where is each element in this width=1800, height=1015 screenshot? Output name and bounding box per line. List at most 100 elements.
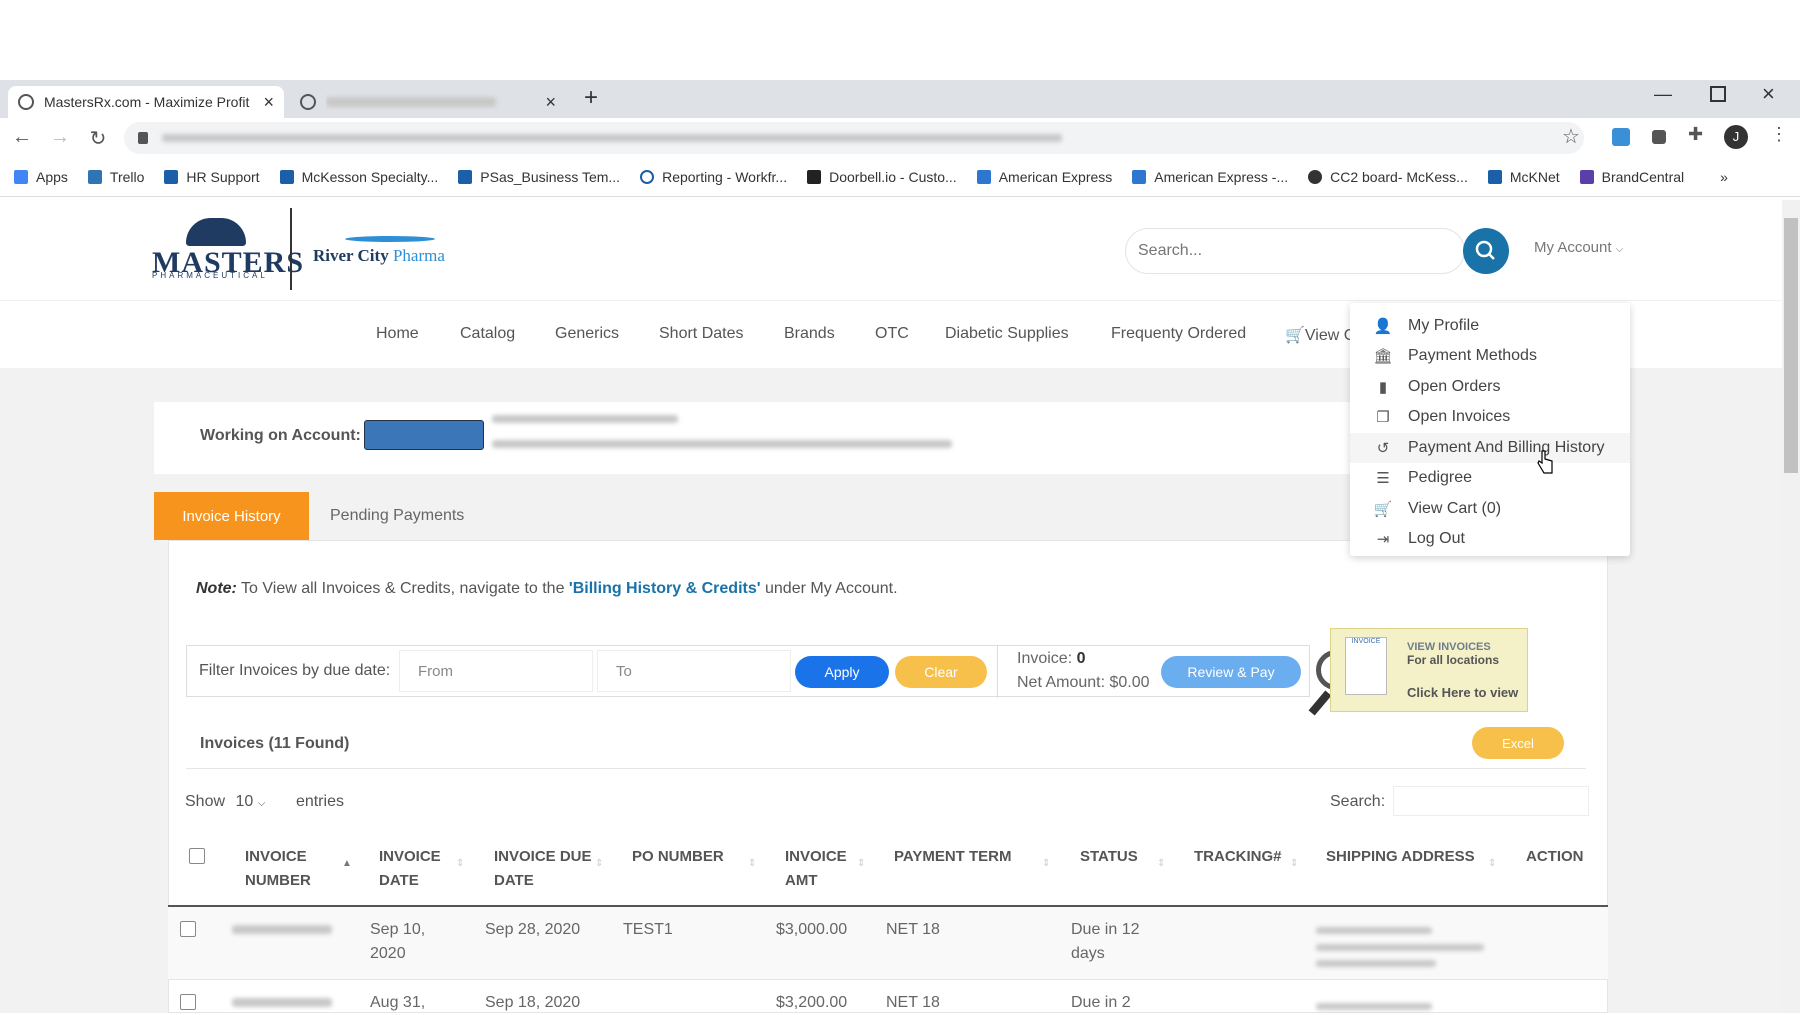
sort-icon[interactable]: ⇕ [1157, 858, 1165, 869]
browser-tab-active[interactable]: MastersRx.com - Maximize Profit × [8, 86, 284, 118]
extension-icon[interactable] [1652, 130, 1666, 144]
table-search-input[interactable] [1393, 786, 1589, 816]
tab-pending-payments[interactable]: Pending Payments [330, 492, 464, 540]
redacted-title [326, 97, 496, 107]
excel-button[interactable]: Excel [1472, 727, 1564, 759]
sort-icon[interactable]: ⇕ [456, 858, 464, 869]
bookmark-apps[interactable]: Apps [14, 169, 68, 185]
menu-item-pedigree[interactable]: ☰ Pedigree [1350, 463, 1630, 493]
col-status[interactable]: STATUS [1080, 845, 1160, 869]
view-invoices-promo[interactable]: INVOICE VIEW INVOICES For all locations … [1330, 628, 1528, 712]
more-bookmarks-icon[interactable]: » [1720, 169, 1728, 185]
trello-icon [87, 170, 102, 184]
bookmark-trello[interactable]: Trello [87, 169, 144, 185]
restore-icon[interactable] [1710, 86, 1726, 102]
col-invoice-due-date[interactable]: INVOICE DUE DATE [494, 845, 594, 893]
menu-icon[interactable]: ⋮ [1770, 124, 1788, 145]
bookmark-hr-support[interactable]: HR Support [164, 169, 260, 185]
redacted-invoice-number[interactable] [232, 998, 332, 1007]
entries-select[interactable]: 10 ⌵ [235, 793, 285, 811]
history-icon: ↺ [1376, 440, 1390, 457]
nav-diabetic-supplies[interactable]: Diabetic Supplies [945, 325, 1069, 343]
sort-icon[interactable]: ⇕ [1290, 858, 1298, 869]
account-select[interactable] [364, 420, 484, 450]
billing-history-link[interactable]: 'Billing History & Credits' [569, 580, 761, 597]
puzzle-icon[interactable]: ✚ [1688, 124, 1703, 145]
nav-home[interactable]: Home [376, 325, 419, 343]
back-icon[interactable]: ← [10, 126, 34, 149]
bookmark-doorbell[interactable]: Doorbell.io - Custo... [807, 169, 957, 185]
bookmark-reporting[interactable]: Reporting - Workfr... [640, 169, 787, 185]
menu-item-log-out[interactable]: ⇥ Log Out [1350, 524, 1630, 554]
menu-item-open-invoices[interactable]: ❐ Open Invoices [1350, 402, 1630, 432]
extension-icon[interactable] [1612, 128, 1630, 146]
sort-asc-icon[interactable]: ▲ [342, 858, 352, 869]
clear-button[interactable]: Clear [895, 656, 987, 688]
sort-icon[interactable]: ⇕ [748, 858, 756, 869]
menu-item-payment-methods[interactable]: 🏛 Payment Methods [1350, 341, 1630, 371]
nav-view-cart[interactable]: 🛒View C [1285, 325, 1355, 345]
redacted-invoice-number[interactable] [232, 925, 332, 934]
scrollbar-thumb[interactable] [1784, 218, 1798, 473]
payment-term: NET 18 [886, 921, 940, 938]
star-icon[interactable]: ☆ [1562, 124, 1580, 149]
review-pay-button[interactable]: Review & Pay [1161, 656, 1301, 688]
reload-icon[interactable]: ↻ [86, 126, 110, 151]
mckesson-icon [279, 170, 294, 184]
apply-button[interactable]: Apply [795, 656, 889, 688]
new-tab-button[interactable]: + [584, 84, 598, 112]
col-payment-term[interactable]: PAYMENT TERM [894, 845, 1044, 869]
menu-item-payment-billing-history[interactable]: ↺ Payment And Billing History [1350, 433, 1630, 463]
nav-catalog[interactable]: Catalog [460, 325, 515, 343]
menu-item-view-cart[interactable]: 🛒 View Cart (0) [1350, 494, 1630, 524]
site-search-input[interactable] [1125, 228, 1465, 274]
profile-avatar[interactable]: J [1724, 125, 1748, 149]
nav-otc[interactable]: OTC [875, 325, 909, 343]
cc2-icon [1308, 170, 1323, 184]
col-tracking[interactable]: TRACKING# [1194, 845, 1294, 869]
from-date-input[interactable]: From [399, 650, 593, 692]
col-po-number[interactable]: PO NUMBER [632, 845, 752, 869]
close-window-icon[interactable]: × [1762, 81, 1775, 107]
bookmark-amex-2[interactable]: American Express -... [1132, 169, 1288, 185]
browser-tab-2[interactable]: × [290, 86, 566, 118]
river-city-logo[interactable]: River City Pharma [313, 246, 445, 266]
select-all-checkbox[interactable] [189, 848, 205, 864]
nav-short-dates[interactable]: Short Dates [659, 325, 743, 343]
address-bar[interactable]: ☆ [124, 122, 1584, 154]
sort-icon[interactable]: ⇕ [1042, 858, 1050, 869]
invoices-title: Invoices (11 Found) [200, 735, 350, 752]
bookmark-brandcentral[interactable]: BrandCentral [1579, 169, 1684, 185]
search-button[interactable] [1463, 228, 1509, 274]
nav-generics[interactable]: Generics [555, 325, 619, 343]
nav-frequently-ordered[interactable]: Frequenty Ordered [1111, 325, 1246, 343]
row-checkbox[interactable] [180, 994, 196, 1010]
row-checkbox[interactable] [180, 921, 196, 937]
tab-invoice-history[interactable]: Invoice History [154, 492, 309, 540]
masters-logo-sub: PHARMACEUTICAL [152, 271, 268, 280]
my-account-menu[interactable]: My Account ⌵ [1534, 239, 1623, 256]
bookmark-amex[interactable]: American Express [976, 169, 1112, 185]
menu-item-open-orders[interactable]: ▮ Open Orders [1350, 372, 1630, 402]
nav-brands[interactable]: Brands [784, 325, 835, 343]
close-tab-icon[interactable]: × [263, 92, 274, 113]
bookmark-cc2-board[interactable]: CC2 board- McKess... [1308, 169, 1468, 185]
col-invoice-amt[interactable]: INVOICE AMT [785, 845, 860, 893]
bookmark-mckesson-specialty[interactable]: McKesson Specialty... [279, 169, 438, 185]
status: Due in 12 days [1071, 921, 1140, 962]
col-invoice-date[interactable]: INVOICE DATE [379, 845, 454, 893]
redacted-account-address [492, 440, 952, 448]
copy-icon: ❐ [1376, 409, 1390, 426]
col-invoice-number[interactable]: INVOICE NUMBER [245, 845, 335, 893]
menu-item-my-profile[interactable]: 👤 My Profile [1350, 311, 1630, 341]
col-shipping-address[interactable]: SHIPPING ADDRESS [1326, 845, 1486, 869]
sort-icon[interactable]: ⇕ [1488, 858, 1496, 869]
minimize-icon[interactable]: — [1654, 84, 1672, 105]
bookmark-psas[interactable]: PSas_Business Tem... [458, 169, 620, 185]
close-tab-icon[interactable]: × [545, 92, 556, 113]
forward-icon[interactable]: → [48, 126, 72, 149]
sort-icon[interactable]: ⇕ [857, 858, 865, 869]
sort-icon[interactable]: ⇕ [595, 858, 603, 869]
to-date-input[interactable]: To [597, 650, 791, 692]
bookmark-mcknet[interactable]: McKNet [1487, 169, 1560, 185]
